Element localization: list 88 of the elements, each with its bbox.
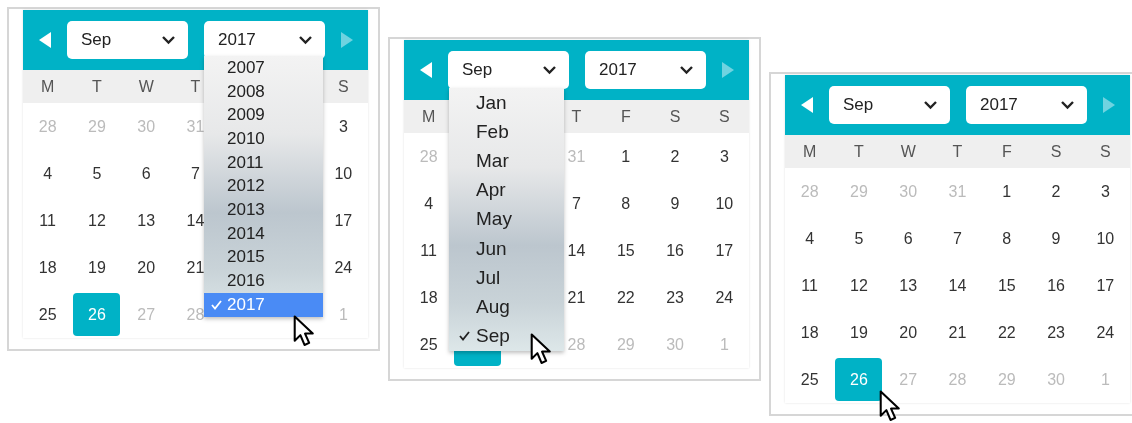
day-cell[interactable]: 19 bbox=[73, 246, 121, 289]
right-triangle-icon bbox=[721, 62, 734, 78]
weekday-label: T bbox=[952, 142, 963, 161]
chevron-down-icon bbox=[679, 65, 694, 75]
day-cell[interactable]: 22 bbox=[983, 311, 1031, 354]
day-cell[interactable]: 4 bbox=[786, 217, 834, 260]
weekday-label: W bbox=[138, 77, 154, 96]
day-cell[interactable]: 12 bbox=[73, 199, 121, 242]
day-cell[interactable]: 17 bbox=[700, 229, 748, 272]
day-cell[interactable]: 23 bbox=[651, 276, 699, 319]
day-cell[interactable]: 21 bbox=[934, 311, 981, 354]
year-select[interactable]: 2017 bbox=[204, 21, 325, 59]
day-cell[interactable]: 24 bbox=[700, 276, 748, 319]
day-cell[interactable]: 11 bbox=[786, 264, 834, 307]
day-cell[interactable]: 13 bbox=[122, 199, 170, 242]
day-cell[interactable]: 16 bbox=[651, 229, 699, 272]
weekday-label: M bbox=[802, 142, 817, 161]
day-cell[interactable]: 15 bbox=[983, 264, 1031, 307]
day-cell[interactable]: 8 bbox=[983, 217, 1031, 260]
weekday-label: T bbox=[854, 142, 864, 161]
chevron-down-icon bbox=[542, 65, 557, 75]
weekday-label: F bbox=[620, 107, 631, 126]
year-select[interactable]: 2017 bbox=[966, 86, 1087, 124]
day-cell[interactable]: 2 bbox=[651, 135, 699, 178]
month-select[interactable]: Sep bbox=[829, 86, 950, 124]
day-cell[interactable]: 23 bbox=[1032, 311, 1080, 354]
chevron-down-icon bbox=[298, 35, 313, 45]
day-cell[interactable]: 6 bbox=[122, 152, 170, 195]
right-triangle-icon bbox=[1102, 97, 1115, 113]
day-cell[interactable]: 18 bbox=[786, 311, 834, 354]
day-cell[interactable]: 9 bbox=[651, 182, 699, 225]
day-cell[interactable]: 11 bbox=[24, 199, 72, 242]
day-cell[interactable]: 14 bbox=[934, 264, 981, 307]
day-cell[interactable]: 20 bbox=[884, 311, 932, 354]
day-cell[interactable]: 2 bbox=[1032, 170, 1080, 213]
check-icon bbox=[459, 331, 470, 342]
weekday-label: S bbox=[719, 107, 730, 126]
day-cell[interactable]: 18 bbox=[24, 246, 72, 289]
chevron-down-icon bbox=[1060, 100, 1075, 110]
right-triangle-icon bbox=[340, 32, 353, 48]
day-cell[interactable]: 24 bbox=[1081, 311, 1129, 354]
day-cell[interactable]: 20 bbox=[122, 246, 170, 289]
weekday-label: M bbox=[40, 77, 55, 96]
weekday-label: F bbox=[1001, 142, 1012, 161]
day-cell[interactable]: 10 bbox=[1081, 217, 1129, 260]
weekday-label: S bbox=[669, 107, 681, 126]
day-cell[interactable]: 10 bbox=[700, 182, 748, 225]
weekday-label: T bbox=[92, 77, 102, 96]
weekday-label: T bbox=[571, 107, 582, 126]
day-cell[interactable]: 8 bbox=[602, 182, 650, 225]
dropdown-option[interactable]: 2008 bbox=[204, 79, 323, 104]
day-cell[interactable]: 1 bbox=[983, 170, 1031, 213]
weekday-label: S bbox=[338, 77, 349, 96]
day-cell[interactable]: 3 bbox=[700, 135, 748, 178]
day-cell[interactable]: 6 bbox=[884, 217, 932, 260]
weekday-label: T bbox=[190, 77, 201, 96]
day-cell[interactable]: 22 bbox=[602, 276, 650, 319]
day-cell[interactable]: 4 bbox=[24, 152, 72, 195]
day-cell[interactable]: 16 bbox=[1032, 264, 1080, 307]
weekday-label: W bbox=[900, 142, 916, 161]
weekday-label: S bbox=[1100, 142, 1111, 161]
day-cell[interactable]: 25 bbox=[786, 358, 834, 401]
left-triangle-icon bbox=[39, 32, 51, 48]
day-cell[interactable]: 5 bbox=[835, 217, 883, 260]
pointer-cursor-icon bbox=[530, 333, 552, 365]
day-cell[interactable]: 7 bbox=[934, 217, 981, 260]
chevron-down-icon bbox=[161, 35, 176, 45]
dropdown-option[interactable]: 2007 bbox=[204, 56, 323, 80]
month-select[interactable]: Sep bbox=[67, 21, 188, 59]
day-cell[interactable]: 13 bbox=[884, 264, 932, 307]
day-cell[interactable]: 5 bbox=[73, 152, 121, 195]
day-cell[interactable]: 9 bbox=[1032, 217, 1080, 260]
weekday-label: S bbox=[1050, 142, 1062, 161]
check-icon bbox=[211, 299, 222, 310]
day-cell[interactable]: 3 bbox=[1081, 170, 1129, 213]
day-cell[interactable]: 12 bbox=[835, 264, 883, 307]
month-select[interactable]: Sep bbox=[448, 51, 569, 89]
year-select[interactable]: 2017 bbox=[585, 51, 706, 89]
dropdown-option[interactable]: Jan bbox=[449, 88, 564, 118]
weekday-label: M bbox=[421, 107, 436, 126]
day-cell[interactable]: 25 bbox=[24, 293, 72, 336]
day-cell[interactable]: 17 bbox=[1081, 264, 1129, 307]
day-cell[interactable]: 19 bbox=[835, 311, 883, 354]
chevron-down-icon bbox=[923, 100, 938, 110]
day-cell[interactable]: 1 bbox=[602, 135, 650, 178]
left-triangle-icon bbox=[801, 97, 813, 113]
day-cell[interactable]: 15 bbox=[602, 229, 650, 272]
left-triangle-icon bbox=[420, 62, 432, 78]
